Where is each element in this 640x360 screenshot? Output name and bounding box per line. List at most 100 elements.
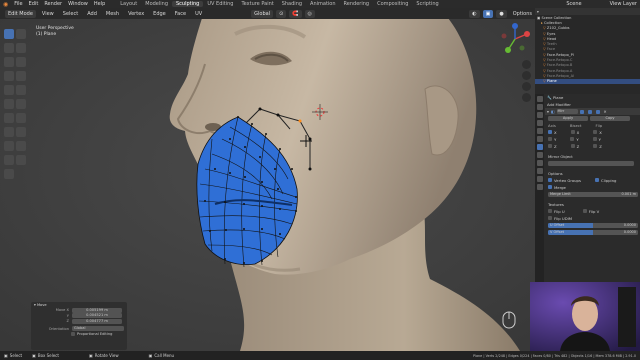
shear-icon[interactable]	[16, 155, 26, 165]
axis-z[interactable]: Z	[548, 144, 557, 149]
tab-scripting[interactable]: Scripting	[412, 1, 442, 7]
u-offset-field[interactable]: U Offset 0.0000	[548, 223, 638, 228]
rotate-icon[interactable]	[16, 43, 26, 53]
particles-tab-icon[interactable]	[536, 152, 543, 158]
rip-icon[interactable]	[4, 169, 14, 179]
tab-modeling[interactable]: Modeling	[141, 1, 172, 7]
menu-view[interactable]: View	[39, 11, 57, 17]
bisect-z[interactable]: Z	[570, 144, 579, 149]
modifier-tab-icon[interactable]	[536, 144, 543, 150]
view-layer-selector[interactable]: View Layer	[607, 1, 640, 7]
menu-uv[interactable]: UV	[192, 11, 205, 17]
menu-file[interactable]: File	[11, 1, 25, 7]
cursor-icon[interactable]	[16, 29, 26, 39]
modifier-close-icon[interactable]: ✕	[604, 109, 607, 114]
menu-edit[interactable]: Edit	[26, 1, 42, 7]
vertex-groups-checkbox[interactable]: Vertex Groups	[548, 178, 581, 183]
tab-sculpting[interactable]: Sculpting	[172, 1, 204, 7]
outliner-item-selected[interactable]: ▽ Plane	[535, 78, 640, 84]
menu-render[interactable]: Render	[41, 1, 65, 7]
bisect-y[interactable]: Y	[570, 137, 579, 142]
tab-compositing[interactable]: Compositing	[373, 1, 412, 7]
pivot-icon[interactable]: ⊙	[276, 9, 287, 18]
apply-button[interactable]: Apply	[548, 116, 588, 121]
knife-icon[interactable]	[16, 113, 26, 123]
proportional-checkbox[interactable]	[71, 332, 75, 337]
object-tab-icon[interactable]	[536, 136, 543, 142]
filter-icon[interactable]: ▾	[537, 10, 539, 14]
tab-uv-editing[interactable]: UV Editing	[203, 1, 237, 7]
v-offset-field[interactable]: V Offset 0.0000	[548, 230, 638, 235]
transform-icon[interactable]	[16, 57, 26, 67]
axis-x[interactable]: X	[548, 130, 557, 135]
menu-face[interactable]: Face	[172, 11, 189, 17]
transform-orientation-dropdown[interactable]: Global	[251, 9, 274, 18]
shading-solid-icon[interactable]: ●	[496, 9, 507, 18]
bisect-x[interactable]: X	[570, 130, 579, 135]
constraints-tab-icon[interactable]	[536, 168, 543, 174]
spin-icon[interactable]	[16, 127, 26, 137]
tab-rendering[interactable]: Rendering	[340, 1, 374, 7]
move-y-field[interactable]: 0.004521 m	[72, 313, 122, 319]
scale-icon[interactable]	[4, 57, 14, 67]
render-tab-icon[interactable]	[536, 104, 543, 110]
tool-tab-icon[interactable]	[536, 96, 543, 102]
select-box-icon[interactable]	[4, 29, 14, 39]
shrink-icon[interactable]	[4, 155, 14, 165]
edge-slide-icon[interactable]	[16, 141, 26, 151]
options-dropdown[interactable]: Options	[510, 11, 535, 17]
world-tab-icon[interactable]	[536, 128, 543, 134]
menu-edge[interactable]: Edge	[150, 11, 169, 17]
viewport-toggle[interactable]	[587, 109, 592, 114]
output-tab-icon[interactable]	[536, 112, 543, 118]
scene-tab-icon[interactable]	[536, 120, 543, 126]
clipping-checkbox[interactable]: Clipping	[594, 178, 616, 183]
flip-y[interactable]: Y	[592, 137, 601, 142]
modifier-name-field[interactable]: Mirr	[556, 109, 578, 114]
menu-window[interactable]: Window	[65, 1, 91, 7]
inset-icon[interactable]	[4, 99, 14, 109]
perspective-toggle-icon[interactable]	[522, 93, 531, 102]
pan-icon[interactable]	[522, 71, 531, 80]
add-modifier-button[interactable]: Add Modifier	[545, 101, 640, 108]
data-tab-icon[interactable]	[536, 176, 543, 182]
mode-dropdown[interactable]: Edit Mode	[5, 9, 36, 18]
proportional-icon[interactable]: ◎	[304, 9, 315, 18]
flip-udim-checkbox[interactable]: Flip UDIM	[548, 216, 572, 221]
annotate-icon[interactable]	[4, 71, 14, 81]
material-tab-icon[interactable]	[536, 184, 543, 190]
bevel-icon[interactable]	[16, 99, 26, 109]
blender-logo-icon[interactable]: ◉	[0, 1, 11, 8]
flip-v-checkbox[interactable]: Flip V	[582, 209, 599, 214]
extrude-icon[interactable]	[16, 85, 26, 95]
snap-icon[interactable]: 🧲	[289, 9, 302, 18]
measure-icon[interactable]	[16, 71, 26, 81]
scene-selector[interactable]: Scene	[563, 1, 584, 7]
expand-icon[interactable]: ▾	[547, 109, 549, 114]
loop-cut-icon[interactable]	[4, 113, 14, 123]
menu-mesh[interactable]: Mesh	[103, 11, 122, 17]
flip-u-checkbox[interactable]: Flip U	[548, 209, 565, 214]
navigation-gizmo[interactable]	[498, 22, 532, 56]
overlay-icon[interactable]: ◐	[469, 9, 480, 18]
flip-z[interactable]: Z	[593, 144, 602, 149]
smooth-icon[interactable]	[4, 141, 14, 151]
tab-texture-paint[interactable]: Texture Paint	[237, 1, 277, 7]
tab-shading[interactable]: Shading	[278, 1, 306, 7]
orientation-dropdown[interactable]: Global	[72, 326, 124, 332]
copy-button[interactable]: Copy	[590, 116, 630, 121]
axis-y[interactable]: Y	[548, 137, 556, 142]
physics-tab-icon[interactable]	[536, 160, 543, 166]
add-cube-icon[interactable]	[4, 85, 14, 95]
tab-animation[interactable]: Animation	[306, 1, 340, 7]
merge-limit-field[interactable]: Merge Limit 0.001 m	[548, 192, 638, 197]
menu-vertex[interactable]: Vertex	[125, 11, 147, 17]
poly-build-icon[interactable]	[4, 127, 14, 137]
camera-view-icon[interactable]	[522, 82, 531, 91]
mirror-object-field[interactable]	[548, 161, 634, 166]
flip-x[interactable]: X	[593, 130, 602, 135]
zoom-icon[interactable]	[522, 60, 531, 69]
move-icon[interactable]	[4, 43, 14, 53]
editmode-toggle[interactable]	[579, 109, 584, 114]
menu-add[interactable]: Add	[84, 11, 100, 17]
